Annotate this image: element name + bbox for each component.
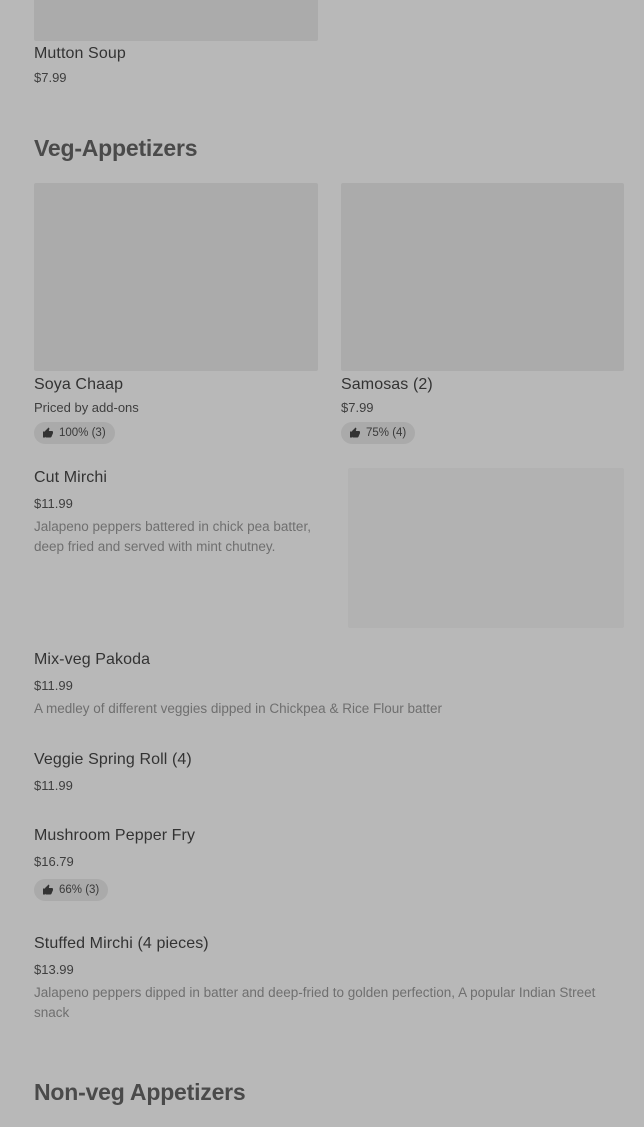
menu-item-image xyxy=(34,0,318,41)
rating-text: 100% (3) xyxy=(59,427,106,439)
menu-item-stuffed-mirchi[interactable]: Stuffed Mirchi (4 pieces) $13.99 Jalapen… xyxy=(34,934,624,1024)
menu-item-price: $11.99 xyxy=(34,678,73,693)
menu-item-price: $11.99 xyxy=(34,496,73,511)
menu-item-mushroom-pepper-fry[interactable]: Mushroom Pepper Fry $16.79 66% (3) xyxy=(34,826,624,904)
section-title-non-veg-appetizers: Non-veg Appetizers xyxy=(34,1079,246,1105)
menu-item-description: Jalapeno peppers battered in chick pea b… xyxy=(34,519,311,554)
rating-text: 75% (4) xyxy=(366,427,407,439)
menu-item-image xyxy=(348,468,624,628)
thumbs-up-icon xyxy=(350,427,360,438)
section-title-veg-appetizers: Veg-Appetizers xyxy=(34,135,198,161)
menu-item-price: $13.99 xyxy=(34,962,74,977)
menu-item-price: $7.99 xyxy=(341,400,374,415)
featured-item-samosas[interactable]: Samosas (2) $7.99 75% (4) xyxy=(341,183,625,447)
menu-item-name: Cut Mirchi xyxy=(34,469,108,486)
featured-item-soya-chaap[interactable]: Soya Chaap Priced by add-ons 100% (3) xyxy=(34,183,318,447)
menu-item-veggie-spring-roll[interactable]: Veggie Spring Roll (4) $11.99 xyxy=(34,750,624,800)
menu-item-price: $7.99 xyxy=(34,70,67,85)
menu-item-image xyxy=(341,183,624,371)
menu-item-name: Stuffed Mirchi (4 pieces) xyxy=(34,935,209,952)
menu-item-cut-mirchi[interactable]: Cut Mirchi $11.99 Jalapeno peppers batte… xyxy=(34,468,624,628)
rating-badge: 66% (3) xyxy=(34,879,109,901)
thumbs-up-icon xyxy=(43,427,53,438)
thumbs-up-icon xyxy=(43,884,53,895)
menu-item-description: Jalapeno peppers dipped in batter and de… xyxy=(34,985,596,1020)
rating-badge: 75% (4) xyxy=(341,422,416,444)
rating-text: 66% (3) xyxy=(59,884,100,896)
menu-item-price: Priced by add-ons xyxy=(34,400,139,415)
rating-badge: 100% (3) xyxy=(34,422,115,444)
menu-item-name: Mutton Soup xyxy=(34,45,126,62)
menu-item-mix-veg-pakoda[interactable]: Mix-veg Pakoda $11.99 A medley of differ… xyxy=(34,650,624,722)
menu-item-image xyxy=(34,183,318,371)
menu-item-price: $16.79 xyxy=(34,854,74,869)
menu-item-name: Mushroom Pepper Fry xyxy=(34,827,196,844)
menu-item-mutton-soup[interactable]: Mutton Soup $7.99 xyxy=(34,0,318,90)
menu-item-name: Veggie Spring Roll (4) xyxy=(34,751,192,768)
menu-item-name: Samosas (2) xyxy=(341,376,433,393)
menu-item-description: A medley of different veggies dipped in … xyxy=(34,701,442,716)
menu-item-price: $11.99 xyxy=(34,778,73,793)
menu-item-name: Mix-veg Pakoda xyxy=(34,651,151,668)
menu-item-name: Soya Chaap xyxy=(34,376,124,393)
